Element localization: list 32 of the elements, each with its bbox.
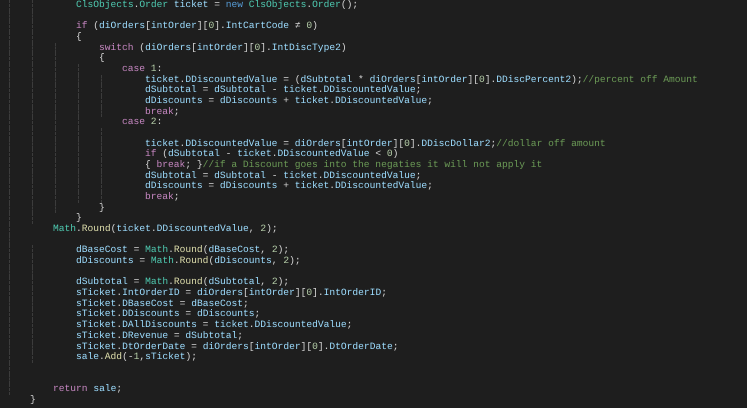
code-line: case 2: [122, 117, 162, 128]
code-line: { [99, 53, 105, 64]
code-line: { break; }//if a Discount goes into the negaties it will not apply it [145, 160, 542, 171]
code-line: } [76, 213, 82, 224]
code-line: sTicket.DDiscounts = dDiscounts; [76, 309, 260, 320]
code-line: { [76, 32, 82, 43]
code-line: sTicket.DAllDiscounts = ticket.DDiscountedValue; [76, 320, 352, 331]
code-line: sTicket.DtOrderDate = diOrders[intOrder][0].DtOrderDate; [76, 342, 398, 352]
code-line: sTicket.IntOrderID = diOrders[intOrder][0].IntOrderID; [76, 288, 387, 299]
code-line: if (dSubtotal - ticket.DDiscountedValue < 0) [145, 149, 398, 160]
code-line: dSubtotal = dSubtotal - ticket.DDiscountedValue; [145, 85, 422, 96]
code-line: if (diOrders[intOrder][0].IntCartCode ≠ 0) [76, 21, 318, 32]
code-line: return sale; [53, 384, 122, 395]
code-line: ticket.DDiscountedValue = diOrders[intOrder][0].DDiscDollar2;//dollar off amount [145, 138, 606, 149]
code-line: sTicket.DBaseCost = dBaseCost; [76, 298, 249, 309]
code-line: dDiscounts = Math.Round(dDiscounts, 2); [76, 256, 301, 267]
code-line: switch (diOrders[intOrder][0].IntDiscType2) [99, 42, 347, 53]
code-line: Math.Round(ticket.DDiscountedValue, 2); [53, 224, 278, 235]
code-line: break; [145, 192, 180, 203]
code-line: dDiscounts = dDiscounts + ticket.DDiscountedValue; [145, 181, 433, 192]
code-line: } [30, 394, 36, 406]
code-line: ticket.DDiscountedValue = (dSubtotal * diOrders[intOrder][0].DDiscPercent2);//percent off Amount [145, 74, 698, 85]
code-line: dSubtotal = dSubtotal - ticket.DDiscountedValue; [145, 170, 422, 181]
code-line: case 1: [122, 64, 162, 75]
code-line: dDiscounts = dDiscounts + ticket.DDiscountedValue; [145, 96, 433, 107]
code-line: ClsObjects.Order ticket = new ClsObjects.Order(); [76, 0, 358, 11]
code-line: dBaseCost = Math.Round(dBaseCost, 2); [76, 245, 290, 256]
code-line: } [99, 202, 105, 214]
code-line: sale.Add(-1,sTicket); [76, 352, 197, 363]
code-line: sTicket.DRevenue = dSubtotal; [76, 330, 244, 342]
code-line: break; [145, 106, 180, 118]
code-line: dSubtotal = Math.Round(dSubtotal, 2); [76, 277, 290, 288]
